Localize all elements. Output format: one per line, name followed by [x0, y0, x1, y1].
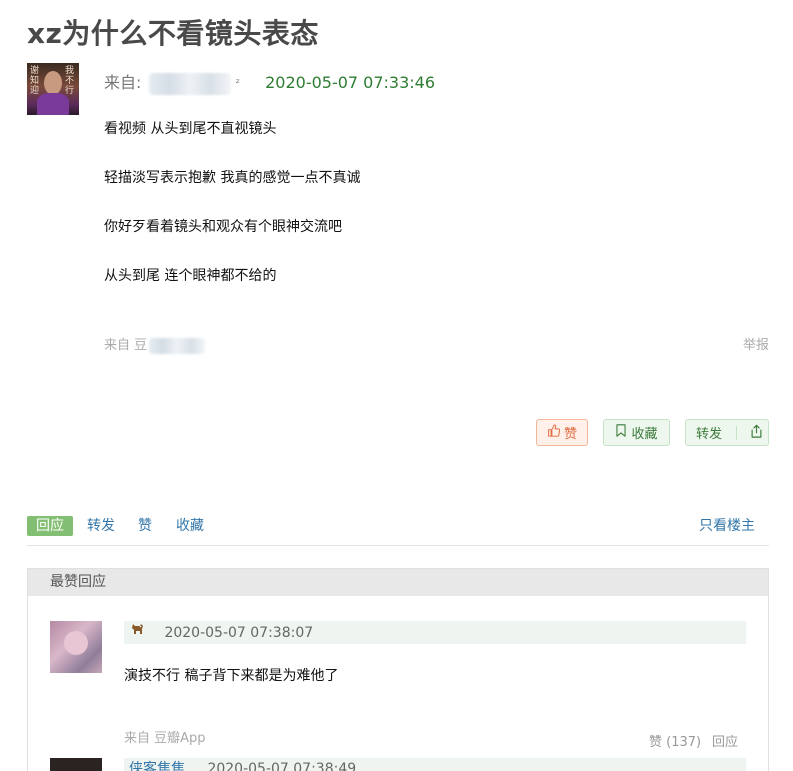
reply-reply-link[interactable]: 回应	[712, 731, 738, 750]
top-replies-header: 最赞回应	[28, 569, 768, 596]
post-paragraph-4: 从头到尾 连个眼神都不给的	[104, 268, 277, 284]
post-timestamp: 2020-05-07 07:33:46	[265, 73, 436, 92]
reply-like-link[interactable]: 赞 (137)	[649, 731, 701, 750]
tab-like[interactable]: 赞	[138, 516, 152, 536]
share-button[interactable]: 转发	[685, 419, 769, 446]
reply-meta-bar: 2020-05-07 07:38:07	[124, 621, 746, 644]
author-name-redacted[interactable]	[148, 72, 231, 95]
avatar-text-left: 谢知迎	[30, 66, 40, 96]
share-divider	[736, 425, 738, 440]
tab-repost[interactable]: 转发	[87, 516, 115, 536]
author-avatar[interactable]: 谢知迎 我不行	[27, 63, 79, 115]
share-icon[interactable]	[750, 424, 763, 442]
source-redacted	[149, 337, 206, 354]
tab-reply[interactable]: 回应	[27, 516, 73, 536]
op-only-link[interactable]: 只看楼主	[699, 516, 755, 536]
post-tabs: 回应 转发 赞 收藏 只看楼主	[27, 516, 769, 546]
post-source: 来自 豆	[104, 334, 206, 354]
avatar-text-right: 我不行	[65, 66, 75, 96]
post-paragraph-2: 轻描淡写表示抱歉 我真的感觉一点不真诚	[104, 170, 361, 186]
reply-source: 来自 豆瓣App	[124, 731, 206, 746]
reply-avatar[interactable]	[50, 621, 102, 673]
avatar-face	[44, 71, 62, 95]
reply-timestamp: 2020-05-07 07:38:49	[207, 761, 357, 771]
post-source-label: 来自 豆	[104, 338, 148, 353]
reply-timestamp: 2020-05-07 07:38:07	[164, 625, 314, 641]
post-paragraph-1: 看视频 从头到尾不直视镜头	[104, 121, 277, 137]
avatar-robe	[37, 93, 69, 115]
bookmark-icon	[615, 424, 627, 441]
reply-meta-bar: 侠客焦焦 2020-05-07 07:38:49	[124, 758, 746, 771]
reply-avatar[interactable]	[50, 758, 102, 771]
reply-content: 演技不行 稿子背下来都是为难他了	[124, 668, 339, 684]
report-link[interactable]: 举报	[743, 334, 769, 353]
share-label: 转发	[696, 427, 723, 442]
favorite-button[interactable]: 收藏	[603, 419, 670, 446]
post-paragraph-3: 你好歹看着镜头和观众有个眼神交流吧	[104, 219, 342, 235]
from-label: 来自:	[104, 73, 142, 92]
dog-icon[interactable]	[130, 621, 148, 644]
thumbs-up-icon	[547, 424, 561, 441]
like-label: 赞	[563, 427, 577, 442]
favorite-label: 收藏	[631, 427, 658, 442]
topic-title: xz为什么不看镜头表态	[27, 17, 319, 50]
like-button[interactable]: 赞	[536, 419, 588, 446]
reply-avatar-blob	[64, 631, 88, 655]
tab-favorite[interactable]: 收藏	[176, 516, 204, 536]
post-meta: 来自: ᶻ 2020-05-07 07:33:46	[104, 72, 436, 95]
reply-author[interactable]: 侠客焦焦	[129, 761, 185, 771]
author-suffix: ᶻ	[235, 76, 240, 90]
